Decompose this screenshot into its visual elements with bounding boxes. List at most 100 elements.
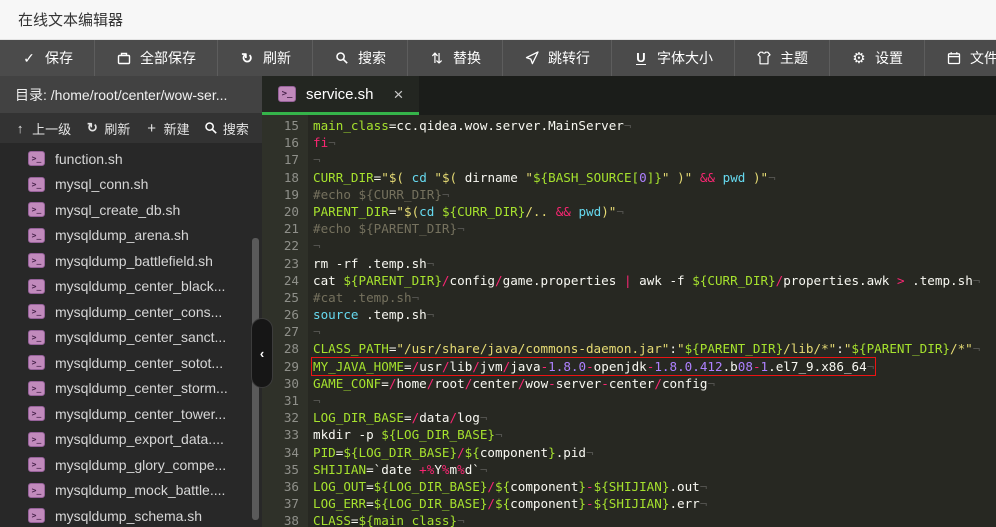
search-highlight-box: MY_JAVA_HOME=/usr/lib/jvm/java-1.8.0-ope… [311,357,876,376]
file-item[interactable]: >_mysqldump_export_data.... [0,427,262,453]
toolbar-button-9[interactable]: ⚙设置 [830,40,925,76]
explorer-action-label: 新建 [164,119,190,138]
file-item[interactable]: >_ mysqldump_battlefield.sh [0,248,262,274]
code-editor[interactable]: 1516171819202122232425262728293031323334… [262,115,996,527]
eol-marker: ¬ [328,135,336,150]
eol-marker: ¬ [457,221,465,236]
eol-marker: ¬ [973,273,981,288]
file-item[interactable]: >_ function.sh [0,146,262,172]
search-icon [334,50,350,66]
shell-file-icon: >_ [28,228,45,243]
shell-file-icon: >_ [28,330,45,345]
code-line: rm -rf .temp.sh¬ [313,255,996,272]
toolbar-button-3[interactable]: ↻刷新 [218,40,313,76]
editor-pane: >_service.sh× 15161718192021222324252627… [262,76,996,527]
file-name: mysqldump_mock_battle.... [55,482,225,498]
shell-file-icon: >_ [28,253,45,268]
file-name: mysqldump_center_black... [55,278,225,294]
settings-icon: ⚙ [851,50,867,66]
eol-marker: ¬ [427,307,435,322]
shell-file-icon: >_ [28,432,45,447]
toolbar-button-1[interactable]: ✓保存 [0,40,95,76]
shell-file-icon: >_ [28,202,45,217]
file-name: mysql_conn.sh [55,176,148,192]
eol-marker: ¬ [495,427,503,442]
shell-file-icon: >_ [28,279,45,294]
toolbar-button-label: 主题 [780,48,808,68]
line-number: 17 [262,151,299,168]
file-item[interactable]: >_ mysqldump_center_black... [0,274,262,300]
code-line: ¬ [313,392,996,409]
close-icon[interactable]: × [394,86,404,103]
code-content[interactable]: main_class=cc.qidea.wow.server.MainServe… [308,115,996,527]
eol-marker: ¬ [700,496,708,511]
file-name: mysqldump_battlefield.sh [55,253,213,269]
code-line: LOG_ERR=${LOG_DIR_BASE}/${component}-${S… [313,495,996,512]
eol-marker: ¬ [313,324,321,339]
explorer-action-3[interactable]: + 新建 [145,119,190,138]
toolbar-button-5[interactable]: ⇅替换 [408,40,503,76]
line-number: 38 [262,512,299,527]
file-item[interactable]: >_ mysql_conn.sh [0,172,262,198]
search-icon [204,121,218,135]
tab-service.sh[interactable]: >_service.sh× [262,76,419,115]
line-number: 31 [262,392,299,409]
line-number: 18 [262,169,299,186]
file-name: mysqldump_arena.sh [55,227,189,243]
file-item[interactable]: >_ mysqldump_arena.sh [0,223,262,249]
eol-marker: ¬ [313,393,321,408]
toolbar-button-7[interactable]: U字体大小 [612,40,735,76]
shell-file-icon: >_ [28,177,45,192]
toolbar-button-label: 刷新 [263,48,291,68]
file-item[interactable]: >_mysqldump_center_sanct... [0,325,262,351]
code-line: PARENT_DIR="$(cd ${CURR_DIR}/.. && pwd)"… [313,203,996,220]
code-line: GAME_CONF=/home/root/center/wow-server-c… [313,375,996,392]
toolbar-button-8[interactable]: 主题 [735,40,830,76]
file-name: mysqldump_center_storm... [55,380,228,396]
explorer-action-label: 搜索 [223,119,249,138]
file-name: mysql_create_db.sh [55,202,180,218]
file-item[interactable]: >_mysqldump_center_sotot... [0,350,262,376]
code-line: CURR_DIR="$( cd "$( dirname "${BASH_SOUR… [313,169,996,186]
file-name: function.sh [55,151,123,167]
file-trace-icon [946,50,962,66]
toolbar-button-6[interactable]: 跳转行 [503,40,612,76]
eol-marker: ¬ [624,118,632,133]
explorer-action-2[interactable]: ↻刷新 [85,119,130,138]
line-number: 23 [262,255,299,272]
line-number: 16 [262,134,299,151]
collapse-sidebar-handle[interactable]: ‹ [251,318,273,388]
plus-icon: + [145,121,159,135]
code-line: ¬ [313,237,996,254]
file-item[interactable]: >_mysqldump_mock_battle.... [0,478,262,504]
explorer-action-label: 刷新 [104,119,130,138]
file-name: mysqldump_schema.sh [55,508,202,524]
toolbar-button-label: 跳转行 [548,48,590,68]
arrow-up-icon: ↑ [13,121,27,135]
toolbar-button-4[interactable]: 搜索 [313,40,408,76]
code-line: cat ${PARENT_DIR}/config/game.properties… [313,272,996,289]
code-line: LOG_OUT=${LOG_DIR_BASE}/${component}-${S… [313,478,996,495]
theme-icon [756,50,772,66]
shell-file-icon: >_ [28,151,45,166]
file-item[interactable]: >_mysqldump_center_cons... [0,299,262,325]
file-name: mysqldump_center_tower... [55,406,226,422]
tab-bar: >_service.sh× [262,76,996,115]
shell-file-icon: >_ [28,508,45,523]
eol-marker: ¬ [616,204,624,219]
code-line: mkdir -p ${LOG_DIR_BASE}¬ [313,426,996,443]
page-title: 在线文本编辑器 [18,9,123,30]
file-item[interactable]: >_mysqldump_center_storm... [0,376,262,402]
file-item[interactable]: >_ mysqldump_schema.sh [0,503,262,527]
toolbar-button-10[interactable]: 文件足迹 [925,40,996,76]
eol-marker: ¬ [313,152,321,167]
file-item[interactable]: >_mysqldump_center_tower... [0,401,262,427]
toolbar-button-2[interactable]: 全部保存 [95,40,218,76]
file-item[interactable]: >_ mysql_create_db.sh [0,197,262,223]
line-number: 36 [262,478,299,495]
file-item[interactable]: >_mysqldump_glory_compe... [0,452,262,478]
terminal-icon: >_ [278,86,296,102]
explorer-action-1[interactable]: ↑上一级 [13,119,71,138]
explorer-action-4[interactable]: 搜索 [204,119,249,138]
replace-icon: ⇅ [429,50,445,66]
